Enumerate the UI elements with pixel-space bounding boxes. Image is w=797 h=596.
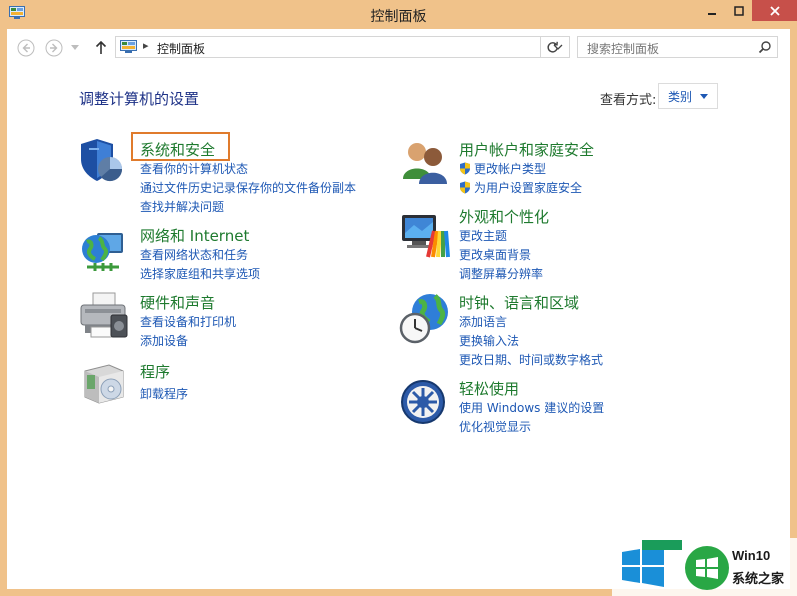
maximize-icon xyxy=(734,5,744,16)
back-button[interactable] xyxy=(16,38,36,58)
close-icon xyxy=(769,5,780,16)
link-add-device[interactable]: 添加设备 xyxy=(140,332,188,349)
category-system-security[interactable]: 系统和安全 xyxy=(140,139,215,160)
category-user-accounts[interactable]: 用户帐户和家庭安全 xyxy=(459,139,594,160)
refresh-button[interactable] xyxy=(540,37,563,57)
globe-network-icon xyxy=(82,233,123,271)
back-arrow-icon xyxy=(17,39,35,57)
forward-button[interactable] xyxy=(44,38,64,58)
search-placeholder: 搜索控制面板 xyxy=(587,42,660,56)
link-uninstall-program[interactable]: 卸载程序 xyxy=(140,385,188,402)
ease-of-access-icon xyxy=(401,380,445,424)
breadcrumb-separator-icon[interactable]: ▸ xyxy=(143,39,149,52)
up-button[interactable] xyxy=(91,38,111,58)
win10-watermark-logo xyxy=(612,538,797,596)
up-arrow-icon xyxy=(95,41,107,54)
link-change-theme[interactable]: 更改主题 xyxy=(459,227,507,244)
link-change-account-type[interactable]: 更改帐户类型 xyxy=(459,160,546,177)
link-family-safety[interactable]: 为用户设置家庭安全 xyxy=(459,179,582,196)
link-date-time-format[interactable]: 更改日期、时间或数字格式 xyxy=(459,351,603,368)
view-by-dropdown[interactable]: 类别 xyxy=(658,83,718,109)
chevron-down-icon xyxy=(71,45,79,50)
watermark-text-win10: Win10 xyxy=(732,548,771,563)
uac-shield-icon xyxy=(460,162,470,175)
link-family-safety-label: 为用户设置家庭安全 xyxy=(474,181,583,195)
title-bar[interactable]: 控制面板 xyxy=(0,0,797,29)
maximize-button[interactable] xyxy=(726,0,752,21)
minimize-button[interactable] xyxy=(698,0,726,21)
monitor-palette-icon xyxy=(402,215,450,258)
breadcrumb-control-panel[interactable]: 控制面板 xyxy=(157,40,205,57)
chevron-down-icon xyxy=(700,94,708,99)
category-programs[interactable]: 程序 xyxy=(140,361,170,382)
category-network-internet[interactable]: 网络和 Internet xyxy=(140,225,249,246)
link-optimize-visual-display[interactable]: 优化视觉显示 xyxy=(459,418,531,435)
clock-globe-icon xyxy=(399,294,448,344)
search-input[interactable]: 搜索控制面板 xyxy=(577,36,778,58)
link-change-input-method[interactable]: 更换输入法 xyxy=(459,332,519,349)
content-area: ▸ 控制面板 搜索控制面板 调整计算机的设置 查看方式: 类别 系统和安全 查看… xyxy=(7,29,790,589)
link-file-history-backup[interactable]: 通过文件历史记录保存你的文件备份副本 xyxy=(140,179,356,196)
recent-locations-button[interactable] xyxy=(69,38,81,58)
link-change-account-type-label: 更改帐户类型 xyxy=(474,162,547,176)
page-heading: 调整计算机的设置 xyxy=(79,90,200,108)
window-title: 控制面板 xyxy=(370,9,427,25)
programs-box-icon xyxy=(84,364,124,404)
users-icon xyxy=(403,143,447,184)
shield-pie-icon xyxy=(81,139,123,182)
navigation-bar: ▸ 控制面板 搜索控制面板 xyxy=(7,29,790,65)
link-network-status[interactable]: 查看网络状态和任务 xyxy=(140,246,248,263)
link-windows-recommended-settings[interactable]: 使用 Windows 建议的设置 xyxy=(459,399,604,416)
refresh-icon xyxy=(546,41,558,52)
address-bar[interactable]: ▸ 控制面板 xyxy=(115,36,570,58)
printer-icon xyxy=(80,292,128,338)
search-icon[interactable] xyxy=(758,40,772,54)
link-add-language[interactable]: 添加语言 xyxy=(459,313,507,330)
link-troubleshoot[interactable]: 查找并解决问题 xyxy=(140,198,224,215)
link-homegroup[interactable]: 选择家庭组和共享选项 xyxy=(140,265,260,282)
category-ease-of-access[interactable]: 轻松使用 xyxy=(459,378,519,399)
category-hardware-sound[interactable]: 硬件和声音 xyxy=(140,292,215,313)
control-panel-icon xyxy=(120,40,137,53)
watermark-text-site: 系统之家 xyxy=(732,572,785,587)
category-appearance[interactable]: 外观和个性化 xyxy=(459,206,549,227)
link-change-background[interactable]: 更改桌面背景 xyxy=(459,246,531,263)
link-devices-printers[interactable]: 查看设备和打印机 xyxy=(140,313,236,330)
close-button[interactable] xyxy=(752,0,797,21)
link-screen-resolution[interactable]: 调整屏幕分辨率 xyxy=(459,265,543,282)
uac-shield-icon xyxy=(460,181,470,194)
window: 控制面板 ▸ 控制面板 搜索控制面板 调整计算机的设置 查看方式: 类别 系统和… xyxy=(0,0,797,596)
view-by-value: 类别 xyxy=(668,90,693,104)
forward-arrow-icon xyxy=(45,39,63,57)
minimize-icon xyxy=(708,12,716,15)
category-clock-language-region[interactable]: 时钟、语言和区域 xyxy=(459,292,579,313)
view-by-label: 查看方式: xyxy=(600,93,657,108)
link-view-computer-status[interactable]: 查看你的计算机状态 xyxy=(140,160,248,177)
